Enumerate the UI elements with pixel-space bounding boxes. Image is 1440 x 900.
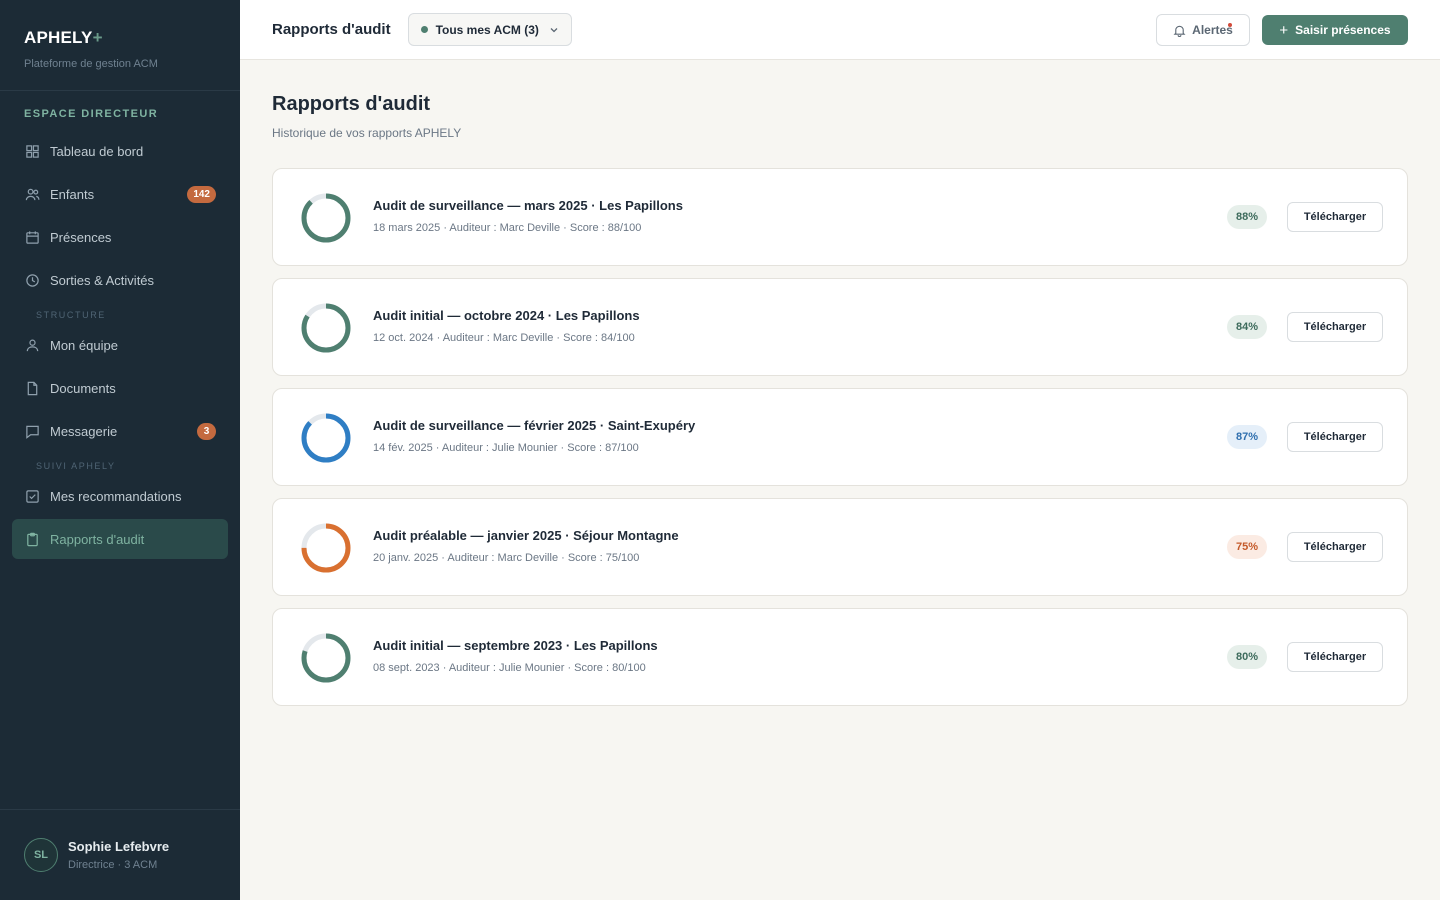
score-ring	[301, 633, 351, 683]
brand-plus: +	[92, 28, 103, 47]
report-meta: 18 mars 2025 · Auditeur : Marc Deville ·…	[373, 222, 642, 234]
sidebar-item-label: Mes recommandations	[50, 488, 182, 504]
download-button[interactable]: Télécharger	[1287, 422, 1383, 452]
section-espace-directeur: ESPACE DIRECTEUR	[24, 108, 159, 120]
sidebar-item-presences[interactable]: Présences	[12, 217, 228, 257]
report-card: Audit initial — septembre 2023 · Les Pap…	[272, 608, 1408, 706]
document-icon	[24, 380, 40, 396]
report-meta: 14 fév. 2025 · Auditeur : Julie Mounier …	[373, 442, 639, 454]
sidebar-item-label: Présences	[50, 229, 112, 245]
score-ring	[301, 523, 351, 573]
acm-selector-label: Tous mes ACM (3)	[435, 22, 539, 37]
download-button[interactable]: Télécharger	[1287, 312, 1383, 342]
brand-subtitle: Plateforme de gestion ACM	[24, 58, 158, 70]
score-badge: 75%	[1227, 535, 1267, 559]
avatar: SL	[24, 838, 58, 872]
score-ring	[301, 413, 351, 463]
sidebar-item-tableau-de-bord[interactable]: Tableau de bord	[12, 131, 228, 171]
sidebar: APHELY+ Plateforme de gestion ACM ESPACE…	[0, 0, 240, 900]
score-badge: 80%	[1227, 645, 1267, 669]
brand: APHELY+ Plateforme de gestion ACM	[0, 0, 240, 91]
users-icon	[24, 186, 40, 202]
score-ring	[301, 303, 351, 353]
count-badge: 142	[187, 186, 216, 203]
main-content: Rapports d'audit Historique de vos rappo…	[272, 60, 1408, 718]
download-button[interactable]: Télécharger	[1287, 532, 1383, 562]
user-profile[interactable]: SL Sophie Lefebvre Directrice · 3 ACM	[0, 809, 240, 900]
report-list: Audit de surveillance — mars 2025 · Les …	[272, 168, 1408, 706]
score-badge: 84%	[1227, 315, 1267, 339]
saisir-presences-button[interactable]: + Saisir présences	[1262, 15, 1408, 45]
user-name: Sophie Lefebvre	[68, 839, 170, 854]
section-structure: STRUCTURE	[36, 310, 106, 320]
report-meta: 12 oct. 2024 · Auditeur : Marc Deville ·…	[373, 332, 635, 344]
download-button[interactable]: Télécharger	[1287, 642, 1383, 672]
score-ring-arc	[301, 413, 351, 463]
sidebar-item-label: Messagerie	[50, 423, 118, 439]
sidebar-item-label: Rapports d'audit	[50, 531, 145, 547]
sidebar-item-recommandations[interactable]: Mes recommandations	[12, 476, 228, 516]
topbar-title: Rapports d'audit	[272, 21, 391, 38]
score-ring-arc	[301, 193, 351, 243]
alerts-button[interactable]: Alertes	[1156, 14, 1250, 46]
score-ring	[301, 193, 351, 243]
report-title: Audit de surveillance — février 2025 · S…	[373, 418, 696, 433]
report-card: Audit préalable — janvier 2025 · Séjour …	[272, 498, 1408, 596]
alerts-label: Alertes	[1192, 23, 1233, 37]
report-meta: 20 janv. 2025 · Auditeur : Marc Deville …	[373, 552, 640, 564]
report-card: Audit initial — octobre 2024 · Les Papil…	[272, 278, 1408, 376]
user-icon	[24, 337, 40, 353]
page-subtitle: Historique de vos rapports APHELY	[272, 126, 462, 140]
sidebar-item-messagerie[interactable]: Messagerie 3	[12, 411, 228, 451]
report-title: Audit initial — octobre 2024 · Les Papil…	[373, 308, 640, 323]
sidebar-item-label: Enfants	[50, 186, 95, 202]
section-suivi-aphely: SUIVI APHELY	[36, 461, 116, 471]
count-badge: 3	[197, 423, 216, 440]
user-role: Directrice · 3 ACM	[68, 859, 158, 871]
sidebar-item-documents[interactable]: Documents	[12, 368, 228, 408]
report-title: Audit initial — septembre 2023 · Les Pap…	[373, 638, 658, 653]
chevron-down-icon	[550, 27, 558, 32]
calendar-icon	[24, 229, 40, 245]
sidebar-item-enfants[interactable]: Enfants 142	[12, 174, 228, 214]
report-card: Audit de surveillance — février 2025 · S…	[272, 388, 1408, 486]
download-button[interactable]: Télécharger	[1287, 202, 1383, 232]
score-badge: 87%	[1227, 425, 1267, 449]
brand-logo[interactable]: APHELY+	[24, 28, 216, 48]
topbar: Rapports d'audit Tous mes ACM (3) Alerte…	[240, 0, 1440, 60]
bell-icon	[1173, 25, 1186, 37]
plus-icon: +	[1279, 21, 1289, 39]
dashboard-icon	[24, 143, 40, 159]
acm-selector[interactable]: Tous mes ACM (3)	[407, 13, 572, 46]
score-badge: 88%	[1227, 205, 1267, 229]
sidebar-item-rapports-audit[interactable]: Rapports d'audit	[12, 519, 228, 559]
notification-dot	[1228, 23, 1232, 27]
sidebar-item-label: Tableau de bord	[50, 143, 144, 159]
clipboard-icon	[24, 531, 40, 547]
status-dot	[420, 26, 428, 33]
sidebar-item-label: Documents	[50, 380, 116, 396]
report-title: Audit préalable — janvier 2025 · Séjour …	[373, 528, 679, 543]
primary-button-label: Saisir présences	[1295, 23, 1391, 37]
message-icon	[24, 423, 40, 439]
sidebar-item-mon-equipe[interactable]: Mon équipe	[12, 325, 228, 365]
clock-icon	[24, 272, 40, 288]
report-meta: 08 sept. 2023 · Auditeur : Julie Mounier…	[373, 662, 646, 674]
brand-name: APHELY	[24, 28, 93, 47]
report-card: Audit de surveillance — mars 2025 · Les …	[272, 168, 1408, 266]
report-title: Audit de surveillance — mars 2025 · Les …	[373, 198, 683, 213]
sidebar-item-label: Mon équipe	[50, 337, 118, 353]
sidebar-item-label: Sorties & Activités	[50, 272, 155, 288]
page-title: Rapports d'audit	[272, 93, 431, 115]
sidebar-item-sorties[interactable]: Sorties & Activités	[12, 260, 228, 300]
checkbox-icon	[24, 488, 40, 504]
